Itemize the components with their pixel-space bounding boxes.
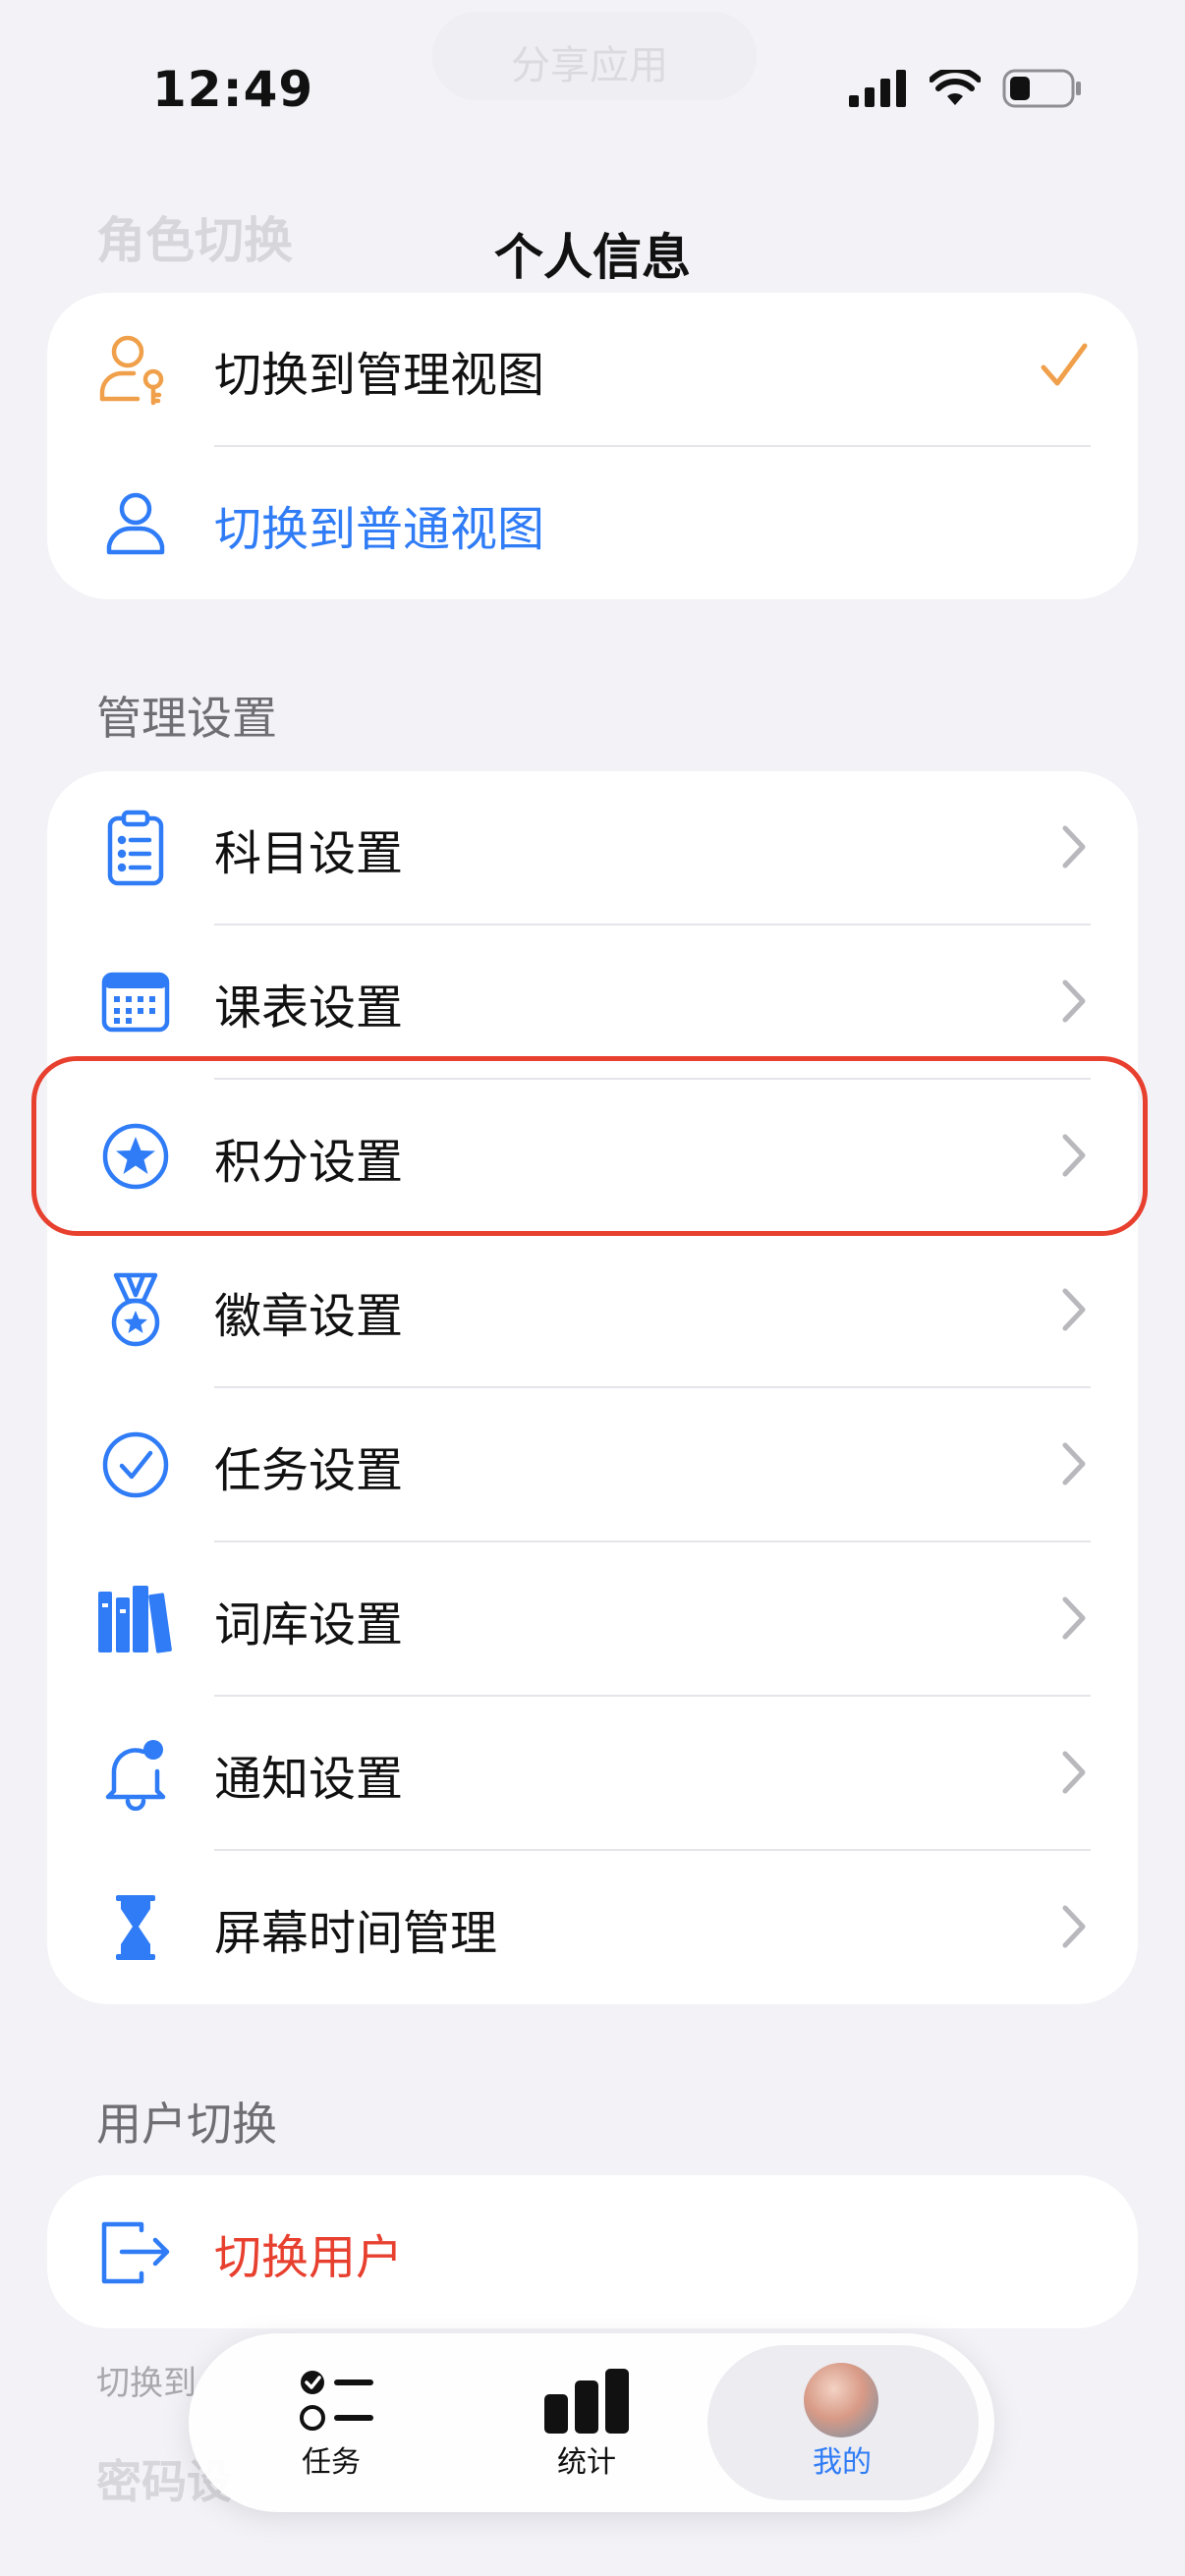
management-card: 科目设置 课表设置 积分设置 徽章设置 任务设置 词库设置 通知设置 屏幕时间管…	[47, 771, 1138, 2004]
chevron-right-icon	[1062, 1905, 1086, 1948]
wifi-icon	[930, 70, 981, 105]
task-settings-label: 任务设置	[214, 1442, 404, 1498]
switch-user-label: 切换用户	[214, 2229, 404, 2285]
chevron-right-icon	[1062, 980, 1086, 1023]
chevron-right-icon	[1062, 1596, 1086, 1640]
badge-settings-label: 徽章设置	[214, 1288, 404, 1344]
chevron-right-icon	[1062, 1442, 1086, 1485]
switch-to-admin-label: 切换到管理视图	[214, 347, 545, 403]
notification-settings-row[interactable]: 通知设置	[47, 1697, 1138, 1851]
ghost-hint: 切换到	[96, 2364, 197, 2403]
page-title: 个人信息	[494, 229, 691, 286]
avatar	[804, 2363, 878, 2437]
vocabulary-settings-label: 词库设置	[214, 1596, 404, 1652]
clipboard-list-icon	[94, 807, 177, 889]
tab-tasks-label: 任务	[302, 2445, 361, 2480]
hourglass-icon	[94, 1886, 177, 1969]
subject-settings-row[interactable]: 科目设置	[47, 771, 1138, 925]
user-switch-card: 切换用户	[47, 2175, 1138, 2328]
task-settings-row[interactable]: 任务设置	[47, 1388, 1138, 1542]
battery-icon	[1002, 69, 1081, 108]
screen-time-row[interactable]: 屏幕时间管理	[47, 1851, 1138, 2004]
role-switch-card: 切换到管理视图 切换到普通视图	[47, 293, 1138, 599]
tab-mine-label: 我的	[813, 2445, 872, 2480]
switch-to-normal-label: 切换到普通视图	[214, 501, 545, 557]
schedule-settings-label: 课表设置	[214, 980, 404, 1036]
tab-stats[interactable]: 统计	[464, 2333, 709, 2512]
calendar-icon	[94, 961, 177, 1043]
chevron-right-icon	[1062, 825, 1086, 868]
tab-bar: 任务 统计 我的	[189, 2333, 994, 2512]
task-list-icon	[300, 2371, 373, 2431]
user-switch-section-header: 用户切换	[96, 2098, 277, 2151]
management-section-header: 管理设置	[96, 692, 277, 745]
signal-icon	[849, 70, 906, 107]
check-circle-icon	[94, 1424, 177, 1506]
bar-chart-icon	[544, 2369, 629, 2434]
admin-user-icon	[94, 328, 177, 411]
tab-mine[interactable]: 我的	[719, 2333, 965, 2512]
tab-tasks[interactable]: 任务	[208, 2333, 454, 2512]
screen-time-label: 屏幕时间管理	[214, 1905, 498, 1961]
badge-settings-row[interactable]: 徽章设置	[47, 1234, 1138, 1388]
bell-badge-icon	[94, 1732, 177, 1815]
status-time: 12:49	[152, 61, 314, 118]
switch-to-normal-view[interactable]: 切换到普通视图	[47, 447, 1138, 599]
share-pill: 分享应用	[432, 12, 757, 100]
switch-user-row[interactable]: 切换用户	[47, 2175, 1138, 2328]
tab-stats-label: 统计	[557, 2445, 616, 2480]
chevron-right-icon	[1062, 1288, 1086, 1331]
user-icon	[94, 482, 177, 565]
vocabulary-settings-row[interactable]: 词库设置	[47, 1542, 1138, 1697]
subject-settings-label: 科目设置	[214, 825, 404, 881]
highlight-box	[31, 1056, 1148, 1236]
chevron-right-icon	[1062, 1751, 1086, 1794]
medal-icon	[94, 1269, 177, 1352]
books-icon	[94, 1578, 177, 1660]
share-pill-label: 分享应用	[511, 43, 668, 88]
notification-settings-label: 通知设置	[214, 1751, 404, 1807]
logout-icon	[94, 2211, 177, 2293]
checkmark-icon	[1041, 343, 1088, 386]
status-icons	[849, 69, 1083, 108]
switch-to-admin-view[interactable]: 切换到管理视图	[47, 293, 1138, 447]
